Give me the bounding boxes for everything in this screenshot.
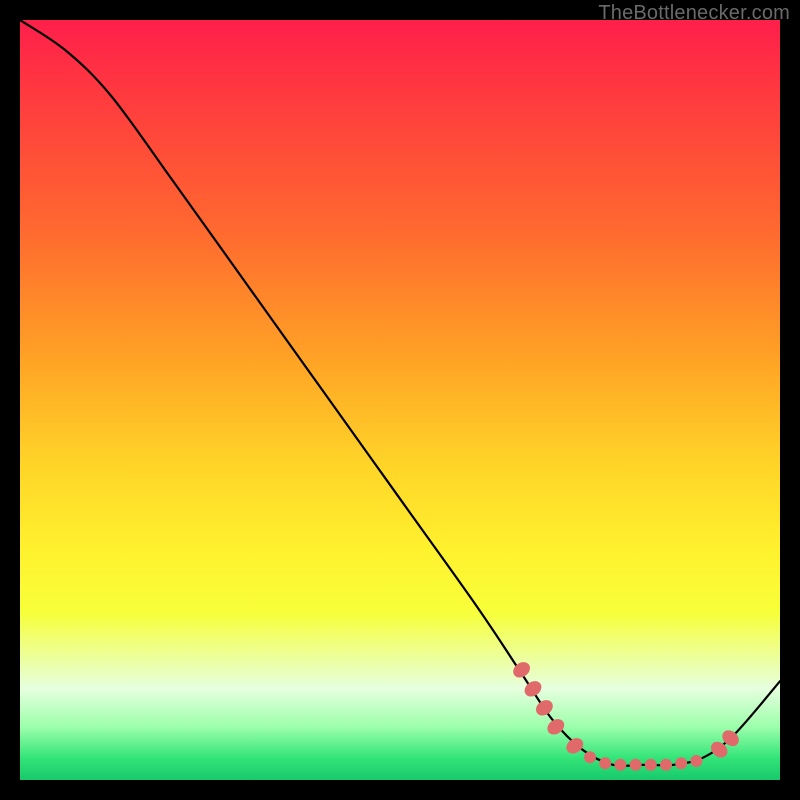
plot-area [20, 20, 780, 780]
curve-marker [675, 757, 687, 769]
curve-svg [20, 20, 780, 780]
chart-frame: TheBottlenecker.com [0, 0, 800, 800]
curve-marker [660, 759, 672, 771]
curve-marker [614, 759, 626, 771]
curve-markers [510, 659, 742, 771]
curve-marker [544, 716, 567, 738]
curve-marker [630, 759, 642, 771]
bottleneck-curve [20, 20, 780, 766]
watermark-text: TheBottlenecker.com [598, 2, 790, 25]
curve-marker [533, 697, 556, 719]
curve-marker [584, 751, 596, 763]
curve-marker [522, 678, 545, 700]
curve-marker [563, 735, 586, 757]
curve-marker [599, 757, 611, 769]
curve-marker [645, 759, 657, 771]
curve-marker [690, 755, 702, 767]
